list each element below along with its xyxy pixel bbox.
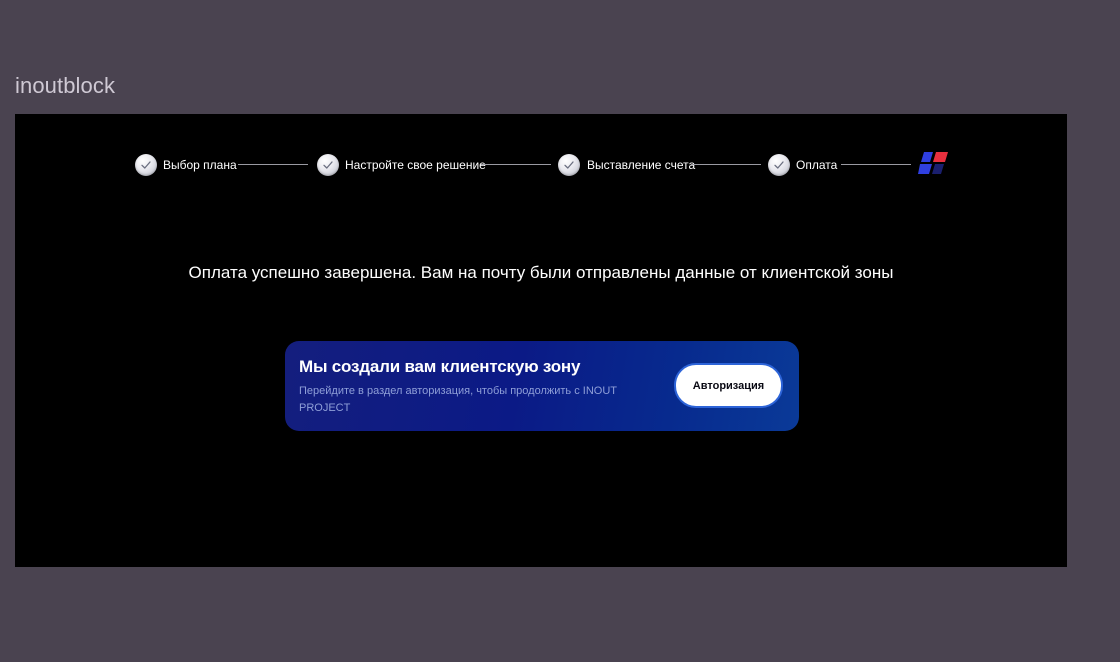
payment-success-message: Оплата успешно завершена. Вам на почту б… [188,263,894,282]
step-2-label: Настройте свое решение [345,158,486,172]
step-4-label: Оплата [796,158,838,172]
step-3-check-icon [558,154,580,176]
card-title: Мы создали вам клиентскую зону [299,357,581,376]
step-4-check-icon [768,154,790,176]
step-2-check-icon [317,154,339,176]
client-zone-card: Мы создали вам клиентскую зону Перейдите… [285,341,799,431]
brand-logo-icon [918,152,948,174]
step-connector [481,164,551,165]
step-3-label: Выставление счета [587,158,696,172]
step-connector [691,164,761,165]
step-connector [238,164,308,165]
checkout-frame: Выбор плана Настройте свое решение Выста… [15,114,1067,567]
step-1-check-icon [135,154,157,176]
card-subtitle: Перейдите в раздел авторизация, чтобы пр… [299,385,617,414]
authorization-button[interactable]: Авторизация [674,363,783,408]
step-1-label: Выбор плана [163,158,237,172]
step-connector [841,164,911,165]
page-label: inoutblock [15,73,116,98]
